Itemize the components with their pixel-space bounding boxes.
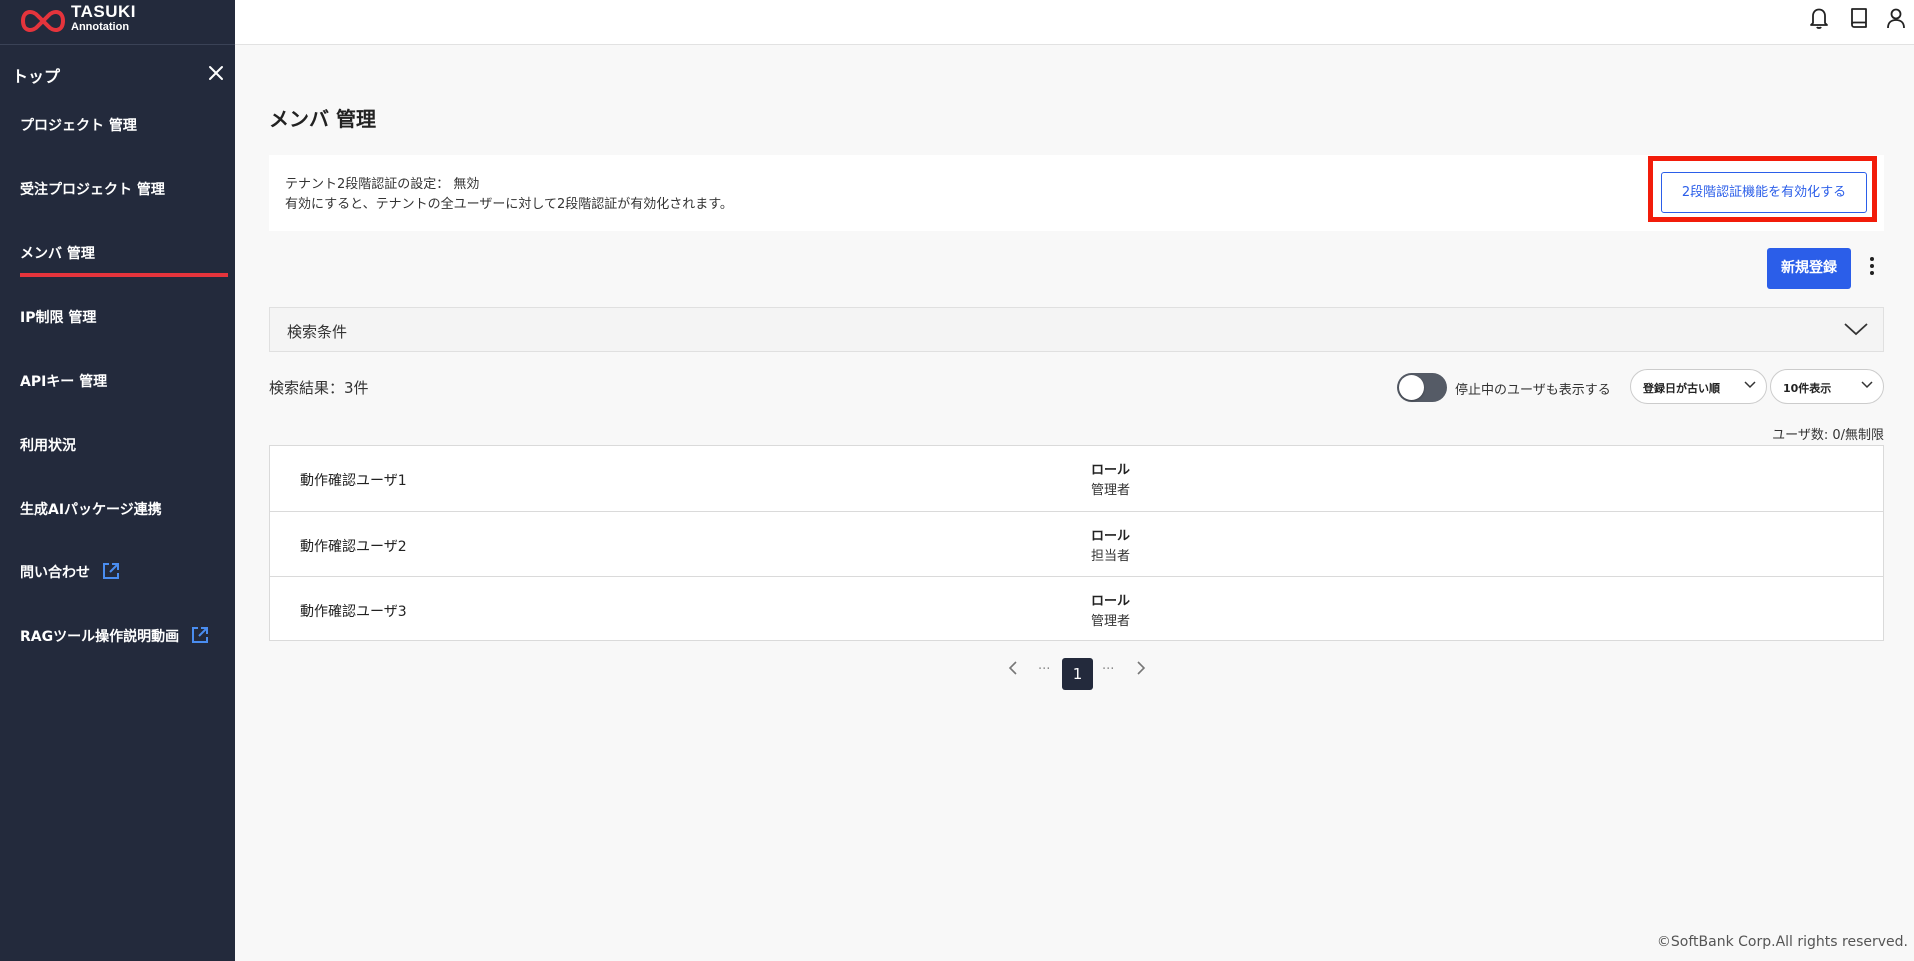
sort-select[interactable]: 登録日が古い順 — [1630, 369, 1767, 404]
sidebar-top-label[interactable]: トップ — [12, 63, 60, 87]
sidebar-item-order-projects[interactable]: 受注プロジェクト 管理 — [20, 179, 165, 199]
mfa-description-text: 有効にすると、テナントの全ユーザーに対して2段階認証が有効化されます。 — [285, 197, 733, 212]
toggle-knob — [1399, 375, 1424, 400]
sort-select-value: 登録日が古い順 — [1643, 382, 1720, 395]
member-name: 動作確認ユーザ3 — [300, 604, 407, 620]
app-logo[interactable]: TASUKI Annotation — [0, 0, 235, 45]
sidebar-item-rag-video[interactable]: RAGツール操作説明動画 — [20, 625, 210, 646]
sidebar-item-contact[interactable]: 問い合わせ — [20, 561, 121, 582]
sidebar-item-label: RAGツール操作説明動画 — [20, 629, 180, 645]
search-conditions-panel[interactable]: 検索条件 — [269, 307, 1884, 352]
chevron-left-icon[interactable] — [1006, 660, 1020, 676]
mfa-settings-panel: テナント2段階認証の設定： 無効 有効にすると、テナントの全ユーザーに対して2段… — [269, 155, 1884, 231]
external-link-icon — [191, 627, 208, 643]
user-icon[interactable] — [1884, 5, 1908, 31]
logo-text: TASUKI Annotation — [71, 3, 136, 33]
show-suspended-label: 停止中のユーザも表示する — [1455, 383, 1611, 398]
sidebar-item-label: 利用状況 — [20, 438, 76, 454]
enable-mfa-button[interactable]: 2段階認証機能を有効化する — [1661, 172, 1867, 213]
external-link-icon — [102, 563, 119, 579]
role-header: ロール — [1091, 463, 1131, 478]
member-name: 動作確認ユーザ1 — [300, 473, 407, 489]
user-count: ユーザ数: 0/無制限 — [1772, 428, 1884, 443]
table-row[interactable]: 動作確認ユーザ3 ロール 管理者 — [270, 576, 1883, 642]
pagination-ellipsis: ··· — [1102, 662, 1115, 677]
sidebar-item-label: 問い合わせ — [20, 565, 90, 581]
pagination-ellipsis: ··· — [1038, 662, 1051, 677]
sidebar-item-ip-restriction[interactable]: IP制限 管理 — [20, 307, 96, 327]
logo-line1: TASUKI — [71, 2, 137, 21]
book-icon[interactable] — [1847, 5, 1871, 31]
role-value: 担当者 — [1091, 549, 1131, 564]
pagination-current-page[interactable]: 1 — [1062, 658, 1093, 690]
chevron-down-icon — [1844, 323, 1868, 336]
tasuki-logo-icon — [20, 10, 66, 32]
page-title: メンバ 管理 — [269, 107, 376, 131]
per-page-select[interactable]: 10件表示 — [1770, 369, 1884, 404]
sidebar-item-label: 生成AIパッケージ連携 — [20, 502, 162, 518]
mfa-status-text: テナント2段階認証の設定： 無効 — [285, 177, 480, 192]
sidebar-item-projects[interactable]: プロジェクト 管理 — [20, 115, 137, 135]
member-name: 動作確認ユーザ2 — [300, 539, 407, 555]
chevron-right-icon[interactable] — [1134, 660, 1148, 676]
sidebar-item-label: メンバ 管理 — [20, 246, 95, 262]
sidebar-item-genai-package[interactable]: 生成AIパッケージ連携 — [20, 499, 162, 519]
sidebar-item-api-keys[interactable]: APIキー 管理 — [20, 371, 107, 391]
sidebar: TASUKI Annotation トップ プロジェクト 管理 受注プロジェクト… — [0, 0, 235, 961]
sidebar-item-members[interactable]: メンバ 管理 — [20, 243, 95, 263]
logo-line2: Annotation — [71, 21, 130, 33]
member-list: 動作確認ユーザ1 ロール 管理者 動作確認ユーザ2 ロール 担当者 動作確認ユー… — [269, 445, 1884, 641]
close-icon[interactable] — [205, 62, 227, 84]
show-suspended-toggle[interactable] — [1397, 373, 1447, 402]
chevron-down-icon — [1861, 381, 1873, 389]
role-value: 管理者 — [1091, 614, 1131, 629]
role-header: ロール — [1091, 529, 1131, 544]
sidebar-item-label: IP制限 管理 — [20, 310, 97, 326]
search-conditions-label: 検索条件 — [287, 323, 348, 341]
role-value: 管理者 — [1091, 483, 1131, 498]
bell-icon[interactable] — [1807, 5, 1831, 31]
sidebar-item-label: 受注プロジェクト 管理 — [20, 182, 165, 198]
table-row[interactable]: 動作確認ユーザ1 ロール 管理者 — [270, 446, 1883, 511]
sidebar-item-label: プロジェクト 管理 — [20, 118, 137, 134]
top-bar — [235, 0, 1914, 45]
active-indicator — [20, 273, 228, 277]
result-count: 検索結果：3件 — [269, 379, 369, 397]
chevron-down-icon — [1744, 381, 1756, 389]
sidebar-item-usage[interactable]: 利用状況 — [20, 435, 76, 455]
sidebar-item-label: APIキー 管理 — [20, 374, 108, 390]
table-row[interactable]: 動作確認ユーザ2 ロール 担当者 — [270, 511, 1883, 577]
role-header: ロール — [1091, 594, 1131, 609]
footer-copyright: ©SoftBank Corp.All rights reserved. — [1656, 934, 1908, 950]
per-page-select-value: 10件表示 — [1783, 382, 1832, 395]
new-register-button[interactable]: 新規登録 — [1767, 248, 1851, 289]
more-options-icon[interactable] — [1862, 254, 1882, 282]
